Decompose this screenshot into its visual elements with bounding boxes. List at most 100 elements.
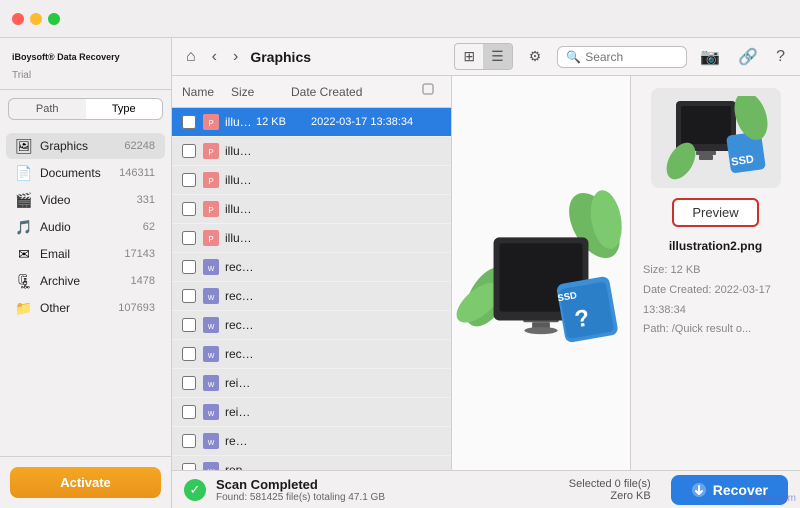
file-checkbox[interactable]: [182, 289, 196, 303]
preview-size-label: Size:: [643, 264, 667, 276]
home-button[interactable]: ⌂: [182, 46, 200, 68]
file-checkbox[interactable]: [182, 115, 196, 129]
table-row[interactable]: W repair-...: [172, 456, 451, 470]
graphics-icon: 🖼: [16, 138, 32, 154]
preview-pane: ? SSD: [452, 76, 630, 470]
tab-type[interactable]: Type: [86, 99, 163, 119]
grid-view-button[interactable]: ⊞: [455, 44, 483, 69]
minimize-button[interactable]: [30, 13, 42, 25]
preview-content: Name Size Date Created P illustration2.p: [172, 76, 800, 470]
file-name: reinsta...: [225, 376, 256, 390]
sidebar-count-email: 17143: [124, 248, 155, 260]
table-row[interactable]: P illustrati...: [172, 195, 451, 224]
close-button[interactable]: [12, 13, 24, 25]
sidebar-label-documents: Documents: [40, 166, 119, 180]
sidebar-count-video: 331: [137, 194, 155, 206]
svg-text:P: P: [208, 206, 213, 215]
preview-button[interactable]: Preview: [672, 198, 758, 227]
preview-date-label: Date Created:: [643, 284, 711, 296]
file-thumbnail: W: [202, 374, 220, 392]
file-checkbox[interactable]: [182, 434, 196, 448]
scan-detail: Found: 581425 file(s) totaling 47.1 GB: [216, 492, 559, 503]
file-checkbox[interactable]: [182, 347, 196, 361]
table-row[interactable]: P illustrati...: [172, 137, 451, 166]
search-box: 🔍: [557, 46, 687, 68]
sidebar-label-video: Video: [40, 193, 137, 207]
sidebar-item-video[interactable]: 🎬 Video 331: [6, 187, 165, 213]
video-icon: 🎬: [16, 192, 32, 208]
app-trial: Trial: [12, 70, 159, 81]
forward-button[interactable]: ›: [229, 46, 242, 68]
list-view-button[interactable]: ☰: [483, 44, 512, 69]
sidebar: iBoysoft® Data Recovery Trial Path Type …: [0, 38, 172, 508]
file-name: illustrati...: [225, 202, 256, 216]
selected-size: Zero KB: [569, 490, 651, 502]
activate-button[interactable]: Activate: [10, 467, 161, 498]
main-layout: iBoysoft® Data Recovery Trial Path Type …: [0, 38, 800, 508]
sidebar-count-archive: 1478: [131, 275, 155, 287]
camera-icon-button[interactable]: 📷: [695, 45, 725, 69]
svg-text:W: W: [208, 382, 215, 389]
table-row[interactable]: P illustration2.png 12 KB 2022-03-17 13:…: [172, 108, 451, 137]
file-name: reinsta...: [225, 405, 256, 419]
table-row[interactable]: W reinsta...: [172, 398, 451, 427]
table-row[interactable]: W recove...: [172, 282, 451, 311]
tab-path[interactable]: Path: [9, 99, 86, 119]
help-icon-button[interactable]: ?: [771, 46, 790, 68]
maximize-button[interactable]: [48, 13, 60, 25]
file-checkbox[interactable]: [182, 405, 196, 419]
file-name: recove...: [225, 318, 256, 332]
sidebar-item-graphics[interactable]: 🖼 Graphics 62248: [6, 133, 165, 159]
sidebar-item-archive[interactable]: 🗜 Archive 1478: [6, 268, 165, 294]
file-checkbox[interactable]: [182, 173, 196, 187]
sidebar-items: 🖼 Graphics 62248 📄 Documents 146311 🎬 Vi…: [0, 128, 171, 456]
file-name: illustration2.png: [225, 115, 256, 129]
sidebar-count-audio: 62: [143, 221, 155, 233]
file-thumbnail: W: [202, 258, 220, 276]
file-checkbox[interactable]: [182, 231, 196, 245]
file-checkbox[interactable]: [182, 376, 196, 390]
col-header-size: Size: [231, 85, 291, 99]
preview-date-row: Date Created: 2022-03-17 13:38:34: [643, 281, 788, 321]
sidebar-item-email[interactable]: ✉ Email 17143: [6, 241, 165, 267]
sidebar-item-other[interactable]: 📁 Other 107693: [6, 295, 165, 321]
file-checkbox[interactable]: [182, 260, 196, 274]
info-icon-button[interactable]: 🔗: [733, 45, 763, 69]
app-title: iBoysoft® Data Recovery: [12, 52, 159, 68]
title-bar: [0, 0, 800, 38]
file-date: 2022-03-17 13:38:34: [311, 116, 441, 128]
sidebar-item-documents[interactable]: 📄 Documents 146311: [6, 160, 165, 186]
table-row[interactable]: W recove...: [172, 253, 451, 282]
scan-title: Scan Completed: [216, 477, 559, 492]
file-thumbnail: W: [202, 345, 220, 363]
file-checkbox[interactable]: [182, 202, 196, 216]
svg-text:P: P: [208, 148, 213, 157]
svg-text:W: W: [208, 411, 215, 418]
back-button[interactable]: ‹: [208, 46, 221, 68]
table-row[interactable]: P illustrati...: [172, 224, 451, 253]
svg-text:W: W: [208, 440, 215, 447]
file-thumbnail: W: [202, 316, 220, 334]
file-checkbox[interactable]: [182, 144, 196, 158]
col-header-date: Date Created: [291, 85, 421, 99]
file-thumbnail: W: [202, 461, 220, 470]
filter-button[interactable]: ⚙: [521, 44, 550, 69]
file-name: illustrati...: [225, 231, 256, 245]
preview-size-row: Size: 12 KB: [643, 261, 788, 281]
table-row[interactable]: W recove...: [172, 311, 451, 340]
preview-path-row: Path: /Quick result o...: [643, 320, 788, 340]
file-checkbox[interactable]: [182, 463, 196, 470]
table-row[interactable]: P illustrati...: [172, 166, 451, 195]
svg-text:P: P: [208, 119, 213, 128]
table-row[interactable]: W reinsta...: [172, 369, 451, 398]
file-thumbnail: P: [202, 113, 220, 131]
file-checkbox[interactable]: [182, 318, 196, 332]
sidebar-item-audio[interactable]: 🎵 Audio 62: [6, 214, 165, 240]
documents-icon: 📄: [16, 165, 32, 181]
preview-thumb-area: SSD: [651, 88, 781, 188]
preview-size-value: 12 KB: [671, 264, 701, 276]
svg-text:W: W: [208, 266, 215, 273]
search-input[interactable]: [585, 50, 678, 64]
table-row[interactable]: W recove...: [172, 340, 451, 369]
table-row[interactable]: W remov...: [172, 427, 451, 456]
